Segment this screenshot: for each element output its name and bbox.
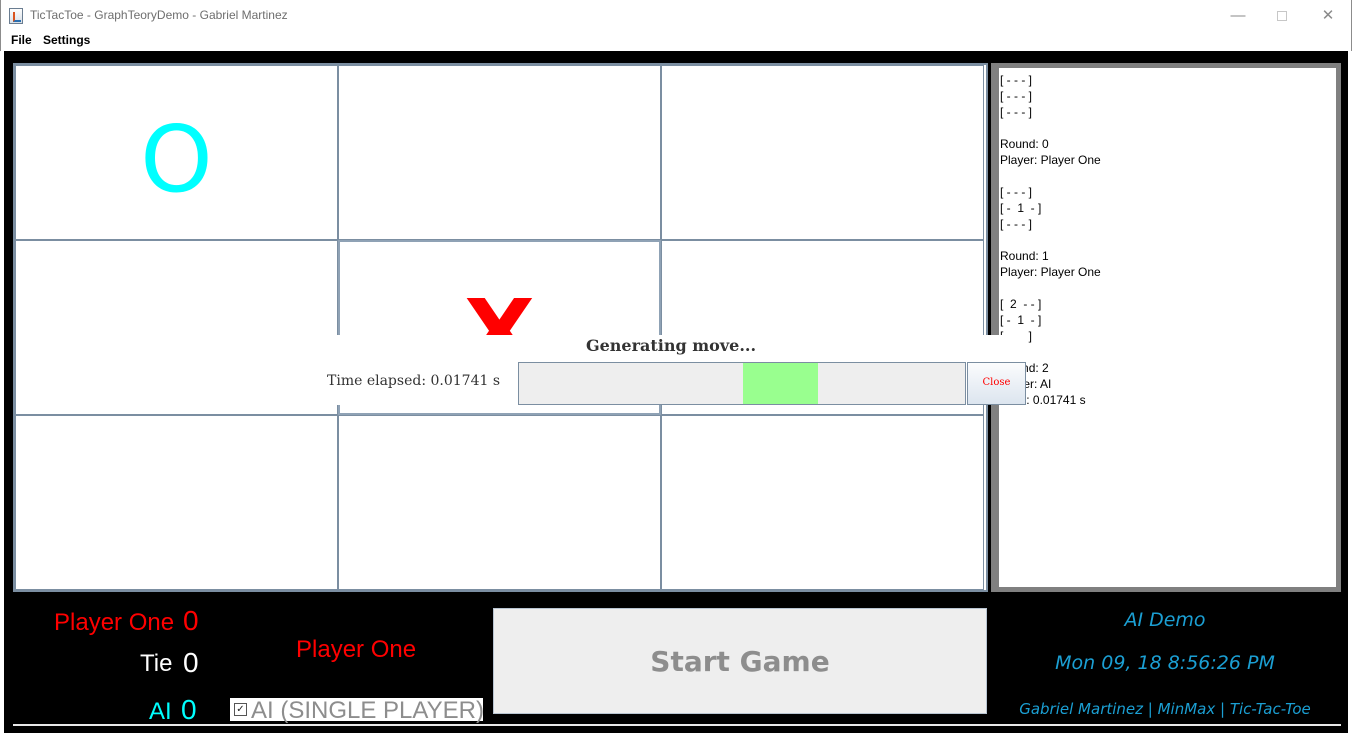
maximize-icon [1277, 11, 1287, 22]
demo-title: AI Demo [1124, 609, 1206, 631]
java-app-icon [9, 8, 23, 24]
progress-bar-fill [743, 363, 818, 404]
player-one-score-value: 0 [183, 605, 199, 636]
ai-score-label: AI [149, 698, 172, 725]
ai-checkbox-label: AI (SINGLE PLAYER) [251, 697, 484, 724]
window-titlebar: TicTacToe - GraphTeoryDemo - Gabriel Mar… [0, 0, 1352, 31]
credit-line: Gabriel Martinez | MinMax | Tic-Tac-Toe [1019, 700, 1311, 718]
menu-file[interactable]: File [11, 33, 32, 47]
player-one-score-label: Player One [54, 609, 175, 636]
minimize-button[interactable]: — [1221, 4, 1255, 28]
close-window-button[interactable]: ✕ [1311, 4, 1345, 28]
generating-move-dialog: Generating move... Time elapsed: 0.01741… [316, 335, 1026, 405]
bottom-divider [13, 724, 1341, 726]
o-mark: O [140, 106, 213, 213]
game-log: [ - - - ] [ - - - ] [ - - - ] Round: 0 P… [999, 68, 1336, 587]
ai-single-player-toggle[interactable]: ✓ AI (SINGLE PLAYER) [230, 697, 484, 724]
maximize-button[interactable] [1265, 4, 1299, 28]
time-elapsed-label: Time elapsed: 0.01741 s [327, 373, 501, 389]
tie-score-value: 0 [183, 647, 199, 678]
current-player-label: Player One [296, 636, 417, 663]
board-cell-2[interactable] [661, 65, 984, 240]
game-board: O X [13, 63, 988, 592]
menu-settings[interactable]: Settings [43, 33, 90, 47]
progress-bar [518, 362, 966, 405]
ai-score-value: 0 [181, 694, 197, 725]
board-cell-6[interactable] [15, 415, 338, 590]
close-button[interactable]: Close [967, 362, 1026, 405]
checkbox-checked-icon[interactable]: ✓ [234, 703, 247, 716]
menu-bar: File Settings [0, 31, 1352, 51]
tie-score-label: Tie [140, 650, 173, 677]
board-cell-1[interactable] [338, 65, 661, 240]
board-cell-8[interactable] [661, 415, 984, 590]
window-title: TicTacToe - GraphTeoryDemo - Gabriel Mar… [30, 8, 288, 22]
dialog-title: Generating move... [585, 336, 757, 355]
board-cell-3[interactable] [15, 240, 338, 415]
current-datetime: Mon 09, 18 8:56:26 PM [1055, 652, 1275, 674]
start-game-button[interactable]: Start Game [493, 608, 987, 714]
board-cell-0[interactable]: O [15, 65, 338, 240]
board-cell-7[interactable] [338, 415, 661, 590]
